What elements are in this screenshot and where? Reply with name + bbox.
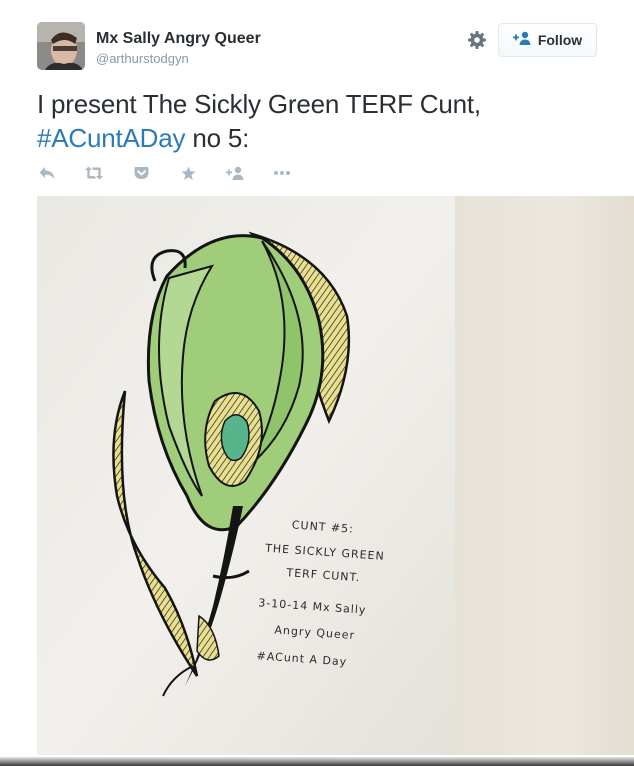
divider	[0, 757, 634, 766]
tweet-card: Mx Sally Angry Queer @arthurstodgyn Foll…	[0, 0, 634, 766]
follow-action-icon[interactable]	[225, 163, 245, 183]
retweet-icon[interactable]	[84, 163, 104, 183]
screen-name[interactable]: @arthurstodgyn	[96, 51, 189, 66]
tweet-actions	[37, 163, 292, 183]
more-icon[interactable]	[272, 163, 292, 183]
hashtag-link[interactable]: #ACuntADay	[37, 123, 186, 153]
tweet-text: I present The Sickly Green TERF Cunt, #A…	[37, 87, 597, 155]
tweet-photo[interactable]: CUNT #5: THE SICKLY GREEN TERF CUNT. 3-1…	[37, 196, 455, 755]
pocket-icon[interactable]	[131, 163, 151, 183]
add-user-icon	[512, 31, 531, 50]
tweet-text-tail: no 5:	[185, 123, 250, 153]
tweet-text-line1: I present The Sickly Green TERF Cunt,	[37, 89, 481, 119]
follow-label: Follow	[537, 32, 583, 48]
avatar[interactable]	[37, 22, 85, 70]
follow-button[interactable]: Follow	[498, 23, 597, 57]
gear-icon[interactable]	[465, 28, 489, 52]
star-icon[interactable]	[178, 163, 198, 183]
photo-background	[455, 196, 634, 755]
display-name[interactable]: Mx Sally Angry Queer	[96, 30, 261, 48]
reply-icon[interactable]	[37, 163, 57, 183]
